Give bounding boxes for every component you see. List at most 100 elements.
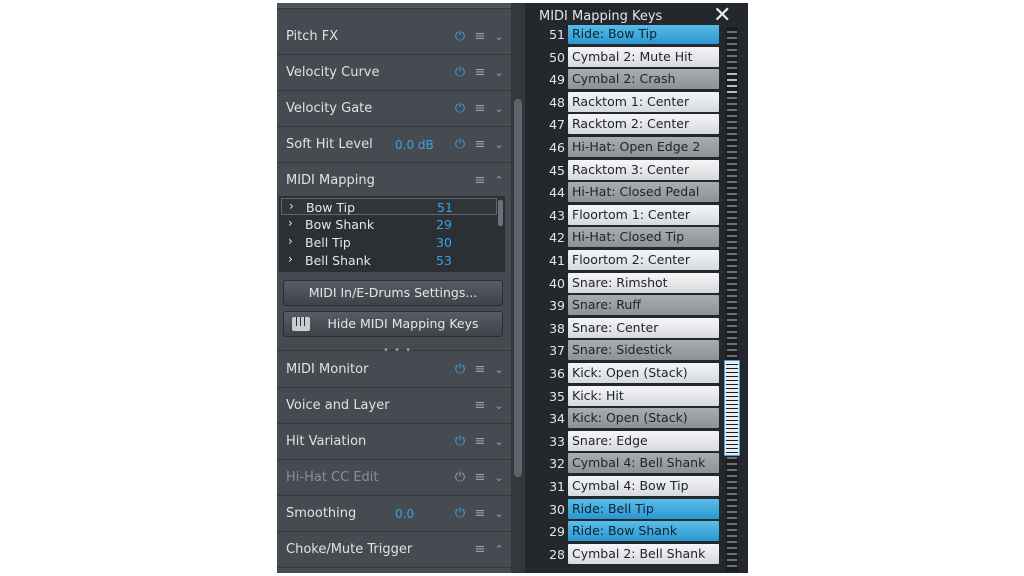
key-row[interactable]: 40 Snare: Rimshot [525, 272, 748, 294]
keyboard-overview-selection[interactable] [724, 360, 740, 456]
menu-icon[interactable]: ≡ [473, 65, 487, 81]
key-label[interactable]: Hi-Hat: Closed Pedal [568, 182, 719, 203]
key-label[interactable]: Hi-Hat: Closed Tip [568, 227, 719, 248]
key-label[interactable]: Snare: Sidestick [568, 340, 719, 361]
panel-row[interactable]: Pitch FX ⏻ ≡ ⌄ [277, 20, 511, 55]
mapping-list-scrollbar[interactable] [498, 200, 503, 226]
key-row[interactable]: 38 Snare: Center [525, 317, 748, 339]
mapping-item-note[interactable]: 29 [436, 217, 452, 232]
menu-icon[interactable]: ≡ [473, 470, 487, 486]
power-icon[interactable]: ⏻ [453, 506, 467, 522]
key-row[interactable]: 42 Hi-Hat: Closed Tip [525, 226, 748, 248]
row-value[interactable]: 0.0 [395, 507, 414, 521]
menu-icon[interactable]: ≡ [473, 434, 487, 450]
key-row[interactable]: 51 Ride: Bow Tip [525, 25, 748, 45]
key-label[interactable]: Cymbal 2: Crash [568, 69, 719, 90]
keyboard-overview[interactable] [724, 27, 740, 571]
expand-icon[interactable]: ⌄ [492, 137, 506, 153]
key-label[interactable]: Racktom 2: Center [568, 114, 719, 135]
mapping-item[interactable]: › Bow Shank 29 [281, 216, 497, 233]
key-row[interactable]: 32 Cymbal 4: Bell Shank [525, 452, 748, 474]
menu-icon[interactable]: ≡ [473, 29, 487, 45]
mapping-item-note[interactable]: 51 [437, 200, 453, 215]
key-row[interactable]: 36 Kick: Open (Stack) [525, 362, 748, 384]
menu-icon[interactable]: ≡ [473, 101, 487, 117]
expand-icon[interactable]: ⌄ [492, 506, 506, 522]
mapping-item[interactable]: › Bell Shank 53 [281, 252, 497, 269]
key-label[interactable]: Ride: Bow Tip [568, 25, 719, 44]
menu-icon[interactable]: ≡ [473, 398, 487, 414]
key-label[interactable]: Kick: Open (Stack) [568, 408, 719, 429]
panel-row[interactable]: Velocity Gate ⏻ ≡ ⌄ [277, 92, 511, 127]
key-label[interactable]: Ride: Bell Tip [568, 498, 719, 519]
key-row[interactable]: 48 Racktom 1: Center [525, 91, 748, 113]
panel-row[interactable]: MIDI Monitor ⏻ ≡ ⌄ [277, 353, 511, 388]
menu-icon[interactable]: ≡ [473, 362, 487, 378]
panel-row[interactable]: Choke/Mute Trigger ≡ ⌃ [277, 533, 511, 568]
key-label[interactable]: Cymbal 2: Bell Shank [568, 543, 719, 564]
scrollbar-thumb[interactable] [514, 99, 522, 477]
key-row[interactable]: 43 Floortom 1: Center [525, 204, 748, 226]
power-icon[interactable]: ⏻ [453, 434, 467, 450]
key-label[interactable]: Snare: Center [568, 317, 719, 338]
key-label[interactable]: Racktom 1: Center [568, 91, 719, 112]
expand-icon[interactable]: ⌄ [492, 65, 506, 81]
power-icon[interactable]: ⏻ [453, 470, 467, 486]
key-row[interactable]: 44 Hi-Hat: Closed Pedal [525, 181, 748, 203]
panel-row[interactable]: Voice and Layer ≡ ⌄ [277, 389, 511, 424]
key-row[interactable]: 47 Racktom 2: Center [525, 113, 748, 135]
power-icon[interactable]: ⏻ [453, 137, 467, 153]
key-row[interactable]: 33 Snare: Edge [525, 430, 748, 452]
chevron-right-icon[interactable]: › [289, 199, 294, 213]
chevron-right-icon[interactable]: › [288, 234, 293, 248]
menu-icon[interactable]: ≡ [473, 506, 487, 522]
key-row[interactable]: 31 Cymbal 4: Bow Tip [525, 475, 748, 497]
key-row[interactable]: 35 Kick: Hit [525, 385, 748, 407]
midi-settings-button[interactable]: MIDI In/E-Drums Settings... [283, 280, 503, 306]
panel-row[interactable]: Soft Hit Level 0.0 dB ⏻ ≡ ⌄ [277, 128, 511, 163]
left-panel-scrollbar[interactable] [511, 3, 525, 573]
key-label[interactable]: Floortom 1: Center [568, 204, 719, 225]
expand-icon[interactable]: ⌄ [492, 362, 506, 378]
key-row[interactable]: 49 Cymbal 2: Crash [525, 68, 748, 90]
key-label[interactable]: Kick: Open (Stack) [568, 363, 719, 383]
chevron-right-icon[interactable]: › [288, 252, 293, 266]
key-label[interactable]: Cymbal 4: Bow Tip [568, 476, 719, 496]
key-row[interactable]: 39 Snare: Ruff [525, 294, 748, 316]
key-label[interactable]: Snare: Rimshot [568, 272, 719, 293]
key-label[interactable]: Floortom 2: Center [568, 250, 719, 270]
key-label[interactable]: Kick: Hit [568, 385, 719, 406]
key-row[interactable]: 45 Racktom 3: Center [525, 159, 748, 181]
collapse-icon[interactable]: ⌃ [492, 173, 506, 189]
key-label[interactable]: Snare: Ruff [568, 295, 719, 316]
panel-row[interactable]: Velocity Curve ⏻ ≡ ⌄ [277, 56, 511, 91]
menu-icon[interactable]: ≡ [473, 173, 487, 189]
power-icon[interactable]: ⏻ [453, 101, 467, 117]
key-row[interactable]: 50 Cymbal 2: Mute Hit [525, 46, 748, 68]
menu-icon[interactable]: ≡ [473, 542, 487, 558]
mapping-item[interactable]: › Bell Tip 30 [281, 234, 497, 251]
menu-icon[interactable]: ≡ [473, 137, 487, 153]
key-label[interactable]: Cymbal 2: Mute Hit [568, 46, 719, 67]
panel-row[interactable]: Hit Variation ⏻ ≡ ⌄ [277, 425, 511, 460]
expand-icon[interactable]: ⌄ [492, 398, 506, 414]
panel-row[interactable]: Hi-Hat CC Edit ⏻ ≡ ⌄ [277, 461, 511, 496]
expand-icon[interactable]: ⌄ [492, 29, 506, 45]
key-label[interactable]: Racktom 3: Center [568, 159, 719, 180]
expand-icon[interactable]: ⌄ [492, 470, 506, 486]
mapping-item[interactable]: › Bow Tip 51 [281, 198, 497, 215]
key-label[interactable]: Ride: Bow Shank [568, 521, 719, 542]
key-row[interactable]: 30 Ride: Bell Tip [525, 498, 748, 520]
key-row[interactable]: 37 Snare: Sidestick [525, 339, 748, 361]
key-row[interactable]: 46 Hi-Hat: Open Edge 2 [525, 136, 748, 158]
mapping-item-note[interactable]: 53 [436, 253, 452, 268]
key-label[interactable]: Hi-Hat: Open Edge 2 [568, 137, 719, 157]
midi-mapping-header[interactable]: MIDI Mapping ≡ ⌃ [277, 164, 511, 199]
expand-icon[interactable]: ⌄ [492, 101, 506, 117]
chevron-right-icon[interactable]: › [288, 216, 293, 230]
power-icon[interactable]: ⏻ [453, 65, 467, 81]
row-value[interactable]: 0.0 dB [395, 138, 434, 152]
collapse-icon[interactable]: ⌃ [492, 542, 506, 558]
expand-icon[interactable]: ⌄ [492, 434, 506, 450]
panel-row[interactable]: Smoothing 0.0 ⏻ ≡ ⌄ [277, 497, 511, 532]
